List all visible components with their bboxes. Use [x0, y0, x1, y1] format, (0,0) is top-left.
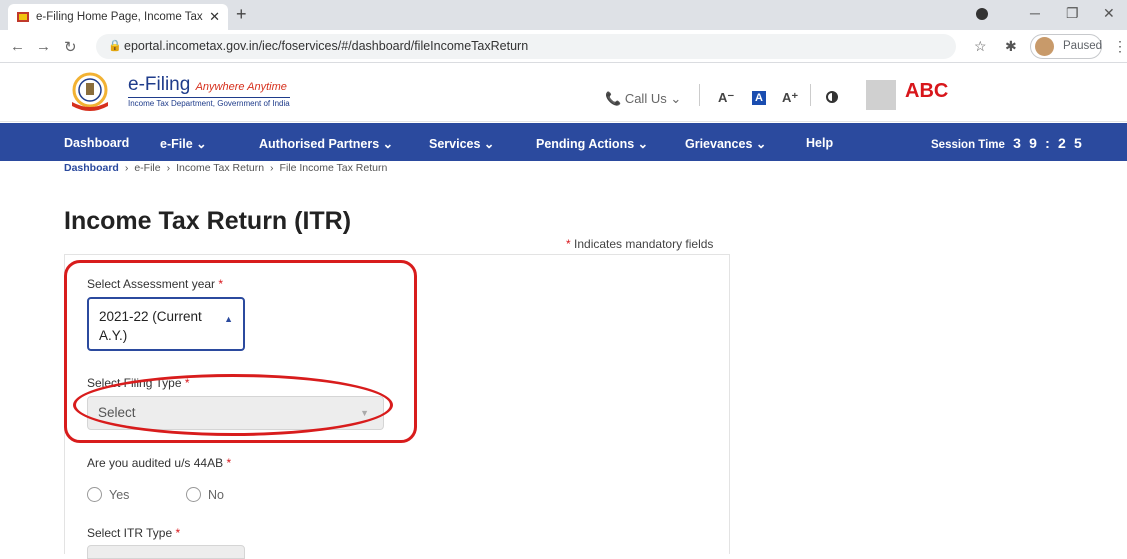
contrast-toggle-icon[interactable] [826, 91, 838, 103]
breadcrumb-separator: › [166, 162, 171, 174]
brand-tagline: Anywhere Anytime [195, 81, 287, 93]
reload-icon[interactable]: ↻ [64, 38, 77, 56]
nav-services[interactable]: Services ⌄ [429, 136, 494, 151]
nav-e-file[interactable]: e-File ⌄ [160, 136, 207, 151]
call-us-menu[interactable]: 📞 Call Us ⌄ [605, 91, 681, 107]
breadcrumb: Dashboard › e-File › Income Tax Return › File … [64, 162, 387, 174]
extension-icon[interactable] [976, 8, 988, 20]
session-separator: : [1045, 135, 1050, 151]
session-digit: 9 [1029, 135, 1037, 151]
nav-help[interactable]: Help [806, 136, 833, 150]
breadcrumb-e-file[interactable]: e-File [134, 162, 160, 174]
itr-type-label: Select ITR Type * [87, 526, 181, 540]
browser-tab[interactable]: e-Filing Home Page, Income Tax ✕ [8, 4, 228, 30]
breadcrumb-dashboard[interactable]: Dashboard [64, 162, 119, 174]
divider [699, 84, 700, 106]
breadcrumb-separator: › [124, 162, 129, 174]
radio-circle [87, 487, 102, 502]
browser-menu-icon[interactable]: ⋮ [1113, 38, 1127, 55]
user-name[interactable]: ABC [905, 80, 948, 103]
session-label: Session Time [931, 139, 1005, 151]
font-decrease-button[interactable]: A⁻ [718, 90, 734, 106]
minimize-icon[interactable]: ─ [1030, 5, 1040, 21]
profile-button[interactable]: Paused [1030, 34, 1102, 59]
breadcrumb-current: File Income Tax Return [279, 162, 388, 174]
forward-icon[interactable]: → [36, 38, 51, 55]
mandatory-note: * Indicates mandatory fields [566, 237, 714, 251]
profile-status: Paused [1063, 40, 1103, 52]
session-digit: 3 [1013, 135, 1021, 151]
page-title: Income Tax Return (ITR) [64, 207, 352, 235]
breadcrumb-income-tax-return[interactable]: Income Tax Return [176, 162, 264, 174]
session-timer: Session Time 3 9 : 2 5 [931, 135, 1082, 151]
site-header: e-Filing Anywhere Anytime Income Tax Dep… [0, 64, 1127, 122]
session-digit: 5 [1074, 135, 1082, 151]
brand-department: Income Tax Department, Government of Ind… [128, 97, 290, 108]
audited-label: Are you audited u/s 44AB * [87, 456, 232, 470]
tab-title: e-Filing Home Page, Income Tax [36, 11, 203, 23]
annotation-highlight-ellipse [73, 374, 393, 436]
window-close-icon[interactable]: ✕ [1103, 5, 1115, 22]
profile-avatar [1035, 37, 1054, 56]
address-toolbar: ← → ↻ 🔒 eportal.incometax.gov.in/iec/fos… [0, 30, 1127, 63]
tab-close-icon[interactable]: ✕ [209, 9, 220, 25]
font-increase-button[interactable]: A⁺ [782, 90, 798, 106]
site-brand[interactable]: e-Filing Anywhere Anytime Income Tax Dep… [128, 74, 290, 108]
emblem-logo-icon [64, 72, 116, 112]
extensions-puzzle-icon[interactable]: ✱ [1005, 38, 1017, 55]
nav-pending-actions[interactable]: Pending Actions ⌄ [536, 136, 648, 151]
back-icon[interactable]: ← [10, 38, 25, 55]
nav-grievances[interactable]: Grievances ⌄ [685, 136, 766, 151]
radio-circle [186, 487, 201, 502]
restore-icon[interactable]: ❐ [1066, 5, 1079, 22]
call-us-label: Call Us [624, 91, 667, 106]
audited-no-radio[interactable]: No [186, 487, 224, 502]
browser-tab-bar: e-Filing Home Page, Income Tax ✕ + ─ ❐ ✕ [0, 0, 1127, 30]
site-favicon-icon [16, 11, 30, 23]
url-bar[interactable]: 🔒 eportal.incometax.gov.in/iec/foservice… [96, 34, 956, 59]
font-normal-button[interactable]: A [752, 91, 766, 105]
session-digit: 2 [1058, 135, 1066, 151]
lock-icon: 🔒 [108, 40, 122, 52]
bookmark-star-icon[interactable]: ☆ [974, 38, 987, 55]
nav-authorised-partners[interactable]: Authorised Partners ⌄ [259, 136, 393, 151]
chevron-down-icon: ⌄ [670, 91, 682, 106]
nav-dashboard[interactable]: Dashboard [64, 136, 129, 150]
phone-icon: 📞 [605, 91, 622, 106]
breadcrumb-separator: › [270, 162, 274, 174]
main-navigation: Dashboard e-File ⌄ Authorised Partners ⌄… [0, 123, 1127, 161]
itr-type-select[interactable] [87, 545, 245, 559]
audited-yes-radio[interactable]: Yes [87, 487, 129, 502]
brand-name: e-Filing [128, 74, 191, 95]
user-avatar[interactable] [866, 80, 896, 110]
url-text: eportal.incometax.gov.in/iec/foservices/… [124, 39, 529, 53]
new-tab-button[interactable]: + [236, 4, 247, 25]
divider [810, 84, 811, 106]
